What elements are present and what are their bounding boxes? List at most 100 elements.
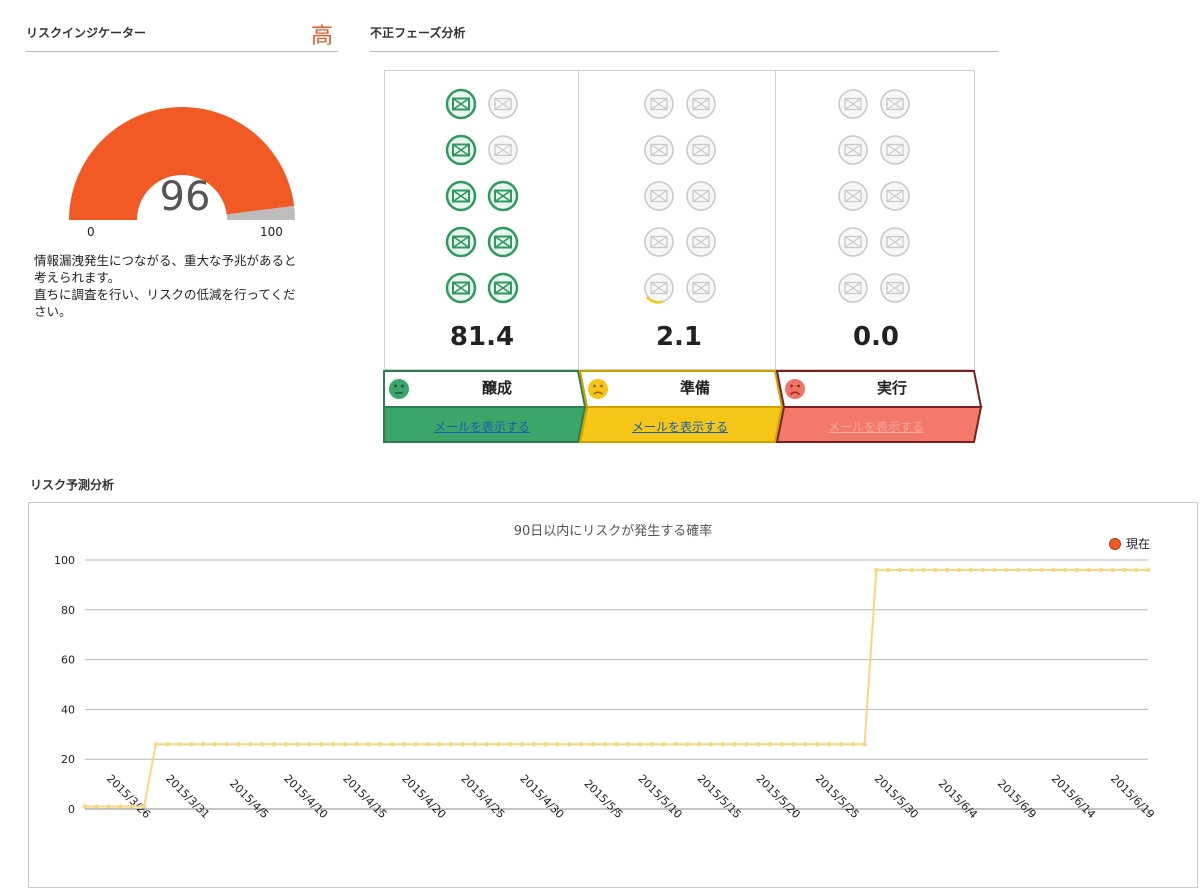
mail-icon-inactive: [838, 181, 868, 211]
data-point: [708, 742, 714, 747]
show-mail-link-junbi[interactable]: メールを表示する: [582, 418, 778, 435]
data-point: [212, 742, 218, 747]
mail-icon-inactive: [686, 227, 716, 257]
data-point: [992, 567, 997, 573]
data-point: [330, 742, 336, 747]
risk-message-line: 考えられます。: [34, 270, 121, 285]
data-point: [862, 742, 867, 747]
risk-message: 情報漏洩発生につながる、重大な予兆があると 考えられます。 直ちに調査を行い、リ…: [34, 252, 334, 320]
data-point: [578, 742, 584, 747]
mail-icon-active: [445, 88, 477, 120]
data-point: [602, 742, 607, 747]
data-point: [448, 742, 454, 747]
data-point: [189, 742, 194, 747]
data-point: [626, 742, 631, 747]
data-point: [1015, 567, 1021, 573]
data-point: [614, 742, 619, 747]
y-tick-label: 60: [61, 654, 75, 667]
data-point: [1027, 567, 1033, 573]
data-point: [685, 742, 690, 747]
mail-icon-active: [487, 272, 519, 304]
risk-message-line: 直ちに調査を行い、リスクの低減を行ってくだ: [34, 287, 296, 302]
x-tick-label: 2015/3/31: [163, 772, 212, 821]
x-tick-label: 2015/6/19: [1108, 772, 1157, 821]
mail-icon-inactive: [880, 273, 910, 303]
phase-label-junbi: 準備: [679, 379, 710, 397]
data-point: [153, 742, 159, 747]
x-tick-label: 2015/5/5: [581, 777, 625, 821]
phase-score-jousei: 81.4: [449, 322, 515, 352]
data-point: [1004, 567, 1009, 573]
y-tick-label: 0: [68, 803, 75, 816]
data-point: [319, 742, 324, 747]
sad-face-icon: [785, 379, 805, 399]
mail-icon-inactive: [644, 227, 674, 257]
risk-probability-chart: 0204060801002015/3/26 2015/3/31 2015/4/5 20…: [54, 554, 1157, 821]
data-point: [1039, 567, 1044, 573]
x-tick-label: 2015/6/14: [1049, 772, 1098, 821]
data-point: [744, 742, 749, 747]
data-point: [224, 742, 229, 747]
x-tick-label: 2015/5/20: [754, 772, 803, 821]
data-point: [673, 742, 678, 747]
mail-icon-active: [445, 134, 477, 166]
data-point: [803, 742, 808, 747]
x-tick-label: 2015/5/25: [813, 772, 862, 821]
x-tick-label: 2015/6/4: [936, 777, 980, 821]
data-point: [1145, 567, 1151, 573]
show-mail-link-jikko: メールを表示する: [827, 420, 924, 434]
x-tick-label: 2015/6/9: [995, 777, 1039, 821]
data-point: [1063, 567, 1068, 573]
data-point: [767, 742, 773, 747]
data-point: [815, 742, 820, 747]
x-tick-label: 2015/4/5: [227, 777, 271, 821]
phase-label-jousei: 醸成: [481, 379, 512, 397]
data-point: [696, 742, 702, 747]
mail-icon-inactive: [686, 181, 716, 211]
risk-message-line: さい。: [34, 304, 72, 319]
risk-indicator-divider: [26, 51, 338, 52]
phase-label-jikko: 実行: [876, 379, 907, 397]
x-tick-label: 2015/4/10: [281, 772, 330, 821]
data-point: [826, 742, 832, 747]
data-point: [437, 742, 442, 747]
data-point: [850, 742, 855, 747]
show-mail-link-jousei[interactable]: メールを表示する: [384, 418, 580, 435]
worried-face-icon: [588, 379, 608, 399]
data-point: [661, 742, 666, 747]
mail-icon-inactive: [644, 135, 674, 165]
data-point: [874, 567, 879, 573]
data-point: [496, 742, 501, 747]
data-point: [165, 742, 170, 747]
data-point: [118, 804, 123, 809]
data-point: [1098, 567, 1103, 573]
data-point: [956, 567, 962, 573]
data-point: [720, 742, 725, 747]
mail-icon-active: [487, 180, 519, 212]
gauge-min-label: 0: [87, 225, 95, 239]
data-point: [378, 742, 383, 747]
mail-icon-inactive: [644, 181, 674, 211]
risk-level-label: 高: [311, 24, 334, 49]
data-point: [1110, 567, 1115, 573]
data-point: [484, 742, 489, 747]
data-point: [425, 742, 430, 747]
mail-icon-inactive: [838, 273, 868, 303]
data-point: [838, 742, 844, 747]
x-tick-label: 2015/5/30: [872, 772, 921, 821]
data-point: [1051, 567, 1056, 573]
mail-icon-inactive: [838, 227, 868, 257]
data-point: [980, 567, 985, 573]
mail-icon-inactive: [880, 181, 910, 211]
data-point: [248, 742, 253, 747]
data-point: [933, 567, 938, 573]
y-tick-label: 20: [61, 753, 75, 766]
data-point: [791, 742, 796, 747]
mail-icon-inactive: [644, 89, 674, 119]
mail-icon-inactive: [488, 135, 518, 165]
data-point: [460, 742, 466, 747]
risk-indicator-title: リスクインジケーター: [26, 26, 147, 40]
data-point: [307, 742, 312, 747]
mail-icon-inactive: [838, 135, 868, 165]
data-point: [779, 742, 785, 747]
